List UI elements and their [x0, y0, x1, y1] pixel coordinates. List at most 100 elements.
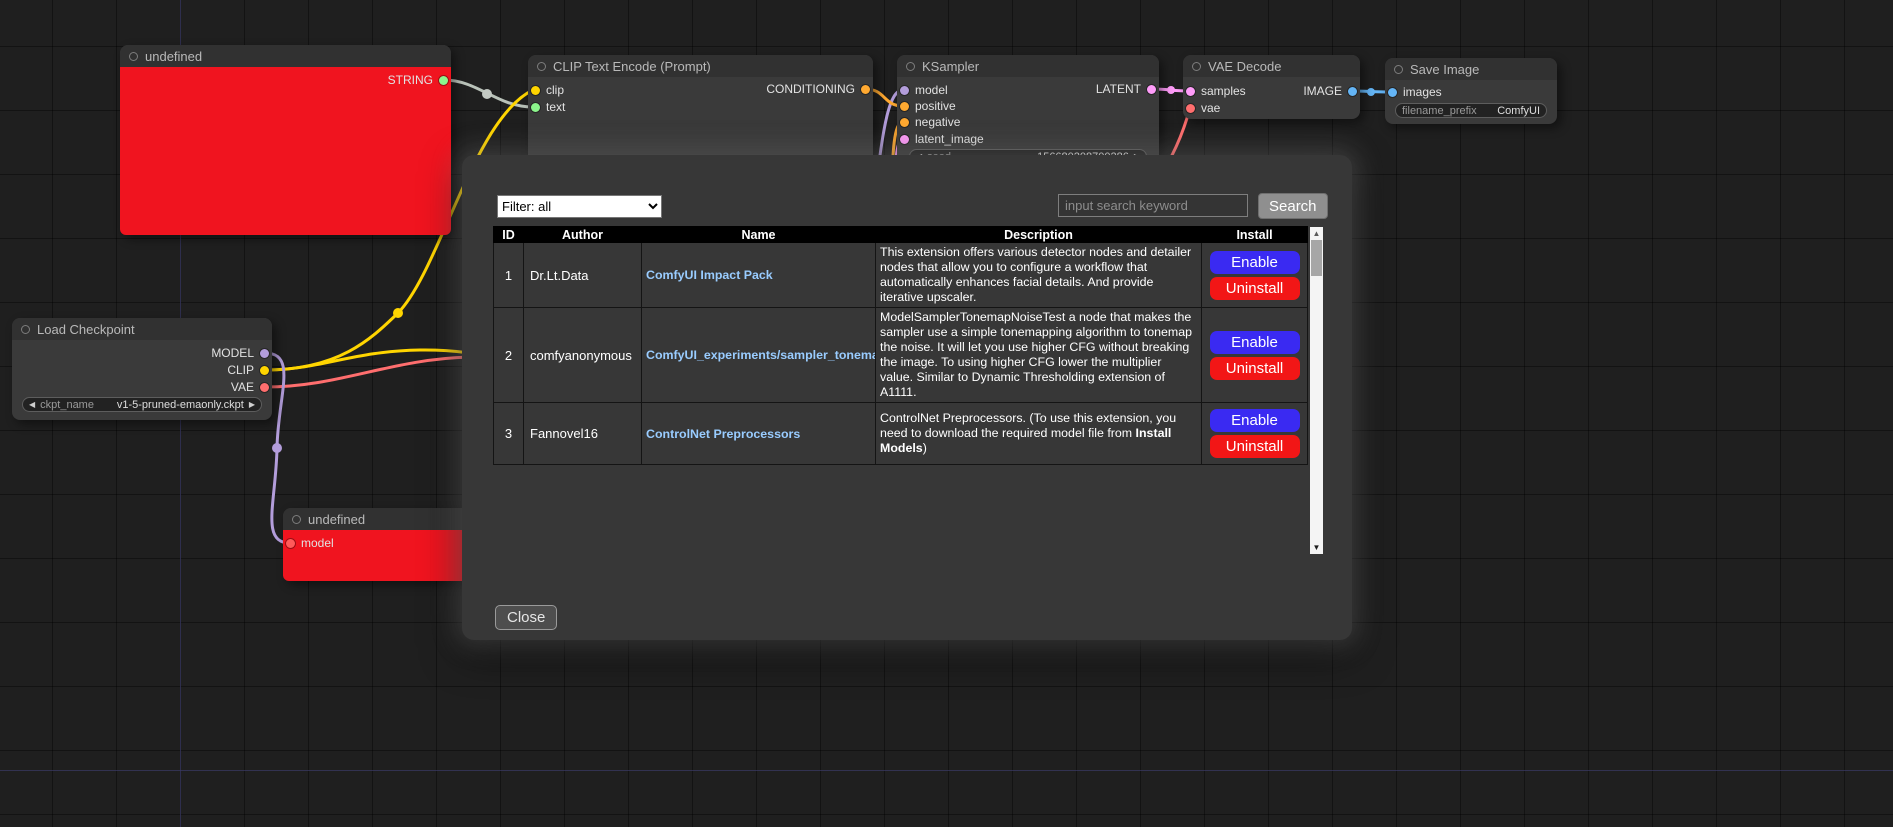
output-slot-conditioning[interactable]: CONDITIONING [766, 82, 870, 96]
extension-link[interactable]: ComfyUI Impact Pack [646, 268, 773, 282]
input-slot-vae[interactable]: vae [1186, 101, 1220, 115]
clip-slot-dot[interactable] [531, 86, 540, 95]
table-header-author: Author [524, 227, 642, 243]
scrollbar-up-arrow-icon[interactable]: ▲ [1310, 227, 1323, 240]
node-title-bar[interactable]: Load Checkpoint [12, 318, 272, 340]
node-title: KSampler [922, 59, 979, 74]
output-slot-image[interactable]: IMAGE [1303, 84, 1357, 98]
scrollbar-down-arrow-icon[interactable]: ▼ [1310, 541, 1323, 554]
scrollbar[interactable]: ▲ ▼ [1310, 227, 1323, 554]
slot-label: VAE [231, 380, 254, 394]
collapse-dot[interactable] [906, 62, 915, 71]
node-title-bar[interactable]: KSampler [897, 55, 1159, 77]
link-dot [393, 308, 403, 318]
model-slot-dot[interactable] [286, 539, 295, 548]
output-slot-clip[interactable]: CLIP [227, 363, 269, 377]
node-undefined-bottom[interactable]: undefined model [283, 508, 469, 581]
widget-right-arrow[interactable]: ▶ [249, 401, 255, 409]
input-slot-model[interactable]: model [900, 83, 948, 97]
output-slot-vae[interactable]: VAE [231, 380, 269, 394]
node-clip-text-encode[interactable]: CLIP Text Encode (Prompt) clip text COND… [528, 55, 873, 170]
input-slot-model[interactable]: model [286, 536, 334, 550]
table-header-row: IDAuthorNameDescriptionInstall [494, 227, 1308, 243]
input-slot-clip[interactable]: clip [531, 83, 564, 97]
input-slot-images[interactable]: images [1388, 85, 1442, 99]
scrollbar-thumb[interactable] [1311, 240, 1322, 276]
extension-table-zone: IDAuthorNameDescriptionInstall 1 Dr.Lt.D… [493, 226, 1308, 465]
input-slot-negative[interactable]: negative [900, 115, 960, 129]
input-slot-positive[interactable]: positive [900, 99, 956, 113]
model-slot-dot[interactable] [260, 349, 269, 358]
uninstall-button[interactable]: Uninstall [1210, 435, 1300, 458]
extension-link[interactable]: ComfyUI_experiments/sampler_tonemap [646, 348, 876, 362]
output-slot-string[interactable]: STRING [388, 73, 448, 87]
link-dot [1167, 86, 1175, 94]
node-ksampler[interactable]: KSampler model positive negative latent_… [897, 55, 1159, 167]
enable-button[interactable]: Enable [1210, 331, 1300, 354]
search-input[interactable] [1058, 194, 1248, 217]
node-title-bar[interactable]: VAE Decode [1183, 55, 1360, 77]
widget-left-arrow[interactable]: ◀ [29, 401, 35, 409]
collapse-dot[interactable] [292, 515, 301, 524]
table-header-name: Name [642, 227, 876, 243]
uninstall-button[interactable]: Uninstall [1210, 357, 1300, 380]
latent-slot-dot[interactable] [1147, 85, 1156, 94]
extension-link[interactable]: ControlNet Preprocessors [646, 427, 800, 441]
image-slot-dot[interactable] [1348, 87, 1357, 96]
cell-install: Enable Uninstall [1202, 243, 1308, 308]
collapse-dot[interactable] [537, 62, 546, 71]
images-slot-dot[interactable] [1388, 88, 1397, 97]
table-header-install: Install [1202, 227, 1308, 243]
model-slot-dot[interactable] [900, 86, 909, 95]
uninstall-button[interactable]: Uninstall [1210, 277, 1300, 300]
node-vae-decode[interactable]: VAE Decode samples vae IMAGE [1183, 55, 1360, 119]
node-undefined-top[interactable]: undefined STRING [120, 45, 451, 235]
conditioning-slot-dot[interactable] [861, 85, 870, 94]
positive-slot-dot[interactable] [900, 102, 909, 111]
negative-slot-dot[interactable] [900, 118, 909, 127]
cell-id: 1 [494, 243, 524, 308]
node-title-bar[interactable]: Save Image [1385, 58, 1557, 80]
collapse-dot[interactable] [1394, 65, 1403, 74]
widget-label: filename_prefix [1402, 105, 1477, 117]
graph-canvas[interactable]: { "colors": { "accent_link": "#99ccff", … [0, 0, 1893, 827]
node-save-image[interactable]: Save Image images filename_prefix ComfyU… [1385, 58, 1557, 124]
cell-name: ControlNet Preprocessors [642, 403, 876, 465]
node-title: Load Checkpoint [37, 322, 135, 337]
ckpt-name-widget[interactable]: ◀ ckpt_name v1-5-pruned-emaonly.ckpt ▶ [22, 397, 262, 412]
cell-description: ModelSamplerTonemapNoiseTest a node that… [876, 308, 1202, 403]
collapse-dot[interactable] [129, 52, 138, 61]
string-slot-dot[interactable] [439, 76, 448, 85]
collapse-dot[interactable] [1192, 62, 1201, 71]
table-row: 3 Fannovel16 ControlNet Preprocessors Co… [494, 403, 1308, 465]
input-slot-latent-image[interactable]: latent_image [900, 132, 984, 146]
input-slot-samples[interactable]: samples [1186, 84, 1246, 98]
cell-id: 3 [494, 403, 524, 465]
node-title-bar[interactable]: undefined [120, 45, 451, 67]
output-slot-latent[interactable]: LATENT [1096, 82, 1156, 96]
enable-button[interactable]: Enable [1210, 251, 1300, 274]
text-slot-dot[interactable] [531, 103, 540, 112]
input-slot-text[interactable]: text [531, 100, 565, 114]
cell-install: Enable Uninstall [1202, 403, 1308, 465]
vae-slot-dot[interactable] [1186, 104, 1195, 113]
node-title-bar[interactable]: undefined [283, 508, 469, 530]
search-button[interactable]: Search [1258, 193, 1328, 219]
output-slot-model[interactable]: MODEL [211, 346, 269, 360]
filter-select[interactable]: Filter: all [497, 195, 662, 218]
slot-label: CONDITIONING [766, 82, 855, 96]
node-title-bar[interactable]: CLIP Text Encode (Prompt) [528, 55, 873, 77]
latent-image-slot-dot[interactable] [900, 135, 909, 144]
close-button[interactable]: Close [495, 605, 557, 630]
extension-table-body: 1 Dr.Lt.Data ComfyUI Impact Pack This ex… [494, 243, 1308, 465]
node-load-checkpoint[interactable]: Load Checkpoint MODEL CLIP VAE ◀ ckpt_na… [12, 318, 272, 420]
collapse-dot[interactable] [21, 325, 30, 334]
link-dot [272, 443, 282, 453]
vae-slot-dot[interactable] [260, 383, 269, 392]
cell-name: ComfyUI Impact Pack [642, 243, 876, 308]
filename-prefix-widget[interactable]: filename_prefix ComfyUI [1395, 103, 1547, 118]
table-header-id: ID [494, 227, 524, 243]
enable-button[interactable]: Enable [1210, 409, 1300, 432]
samples-slot-dot[interactable] [1186, 87, 1195, 96]
clip-slot-dot[interactable] [260, 366, 269, 375]
